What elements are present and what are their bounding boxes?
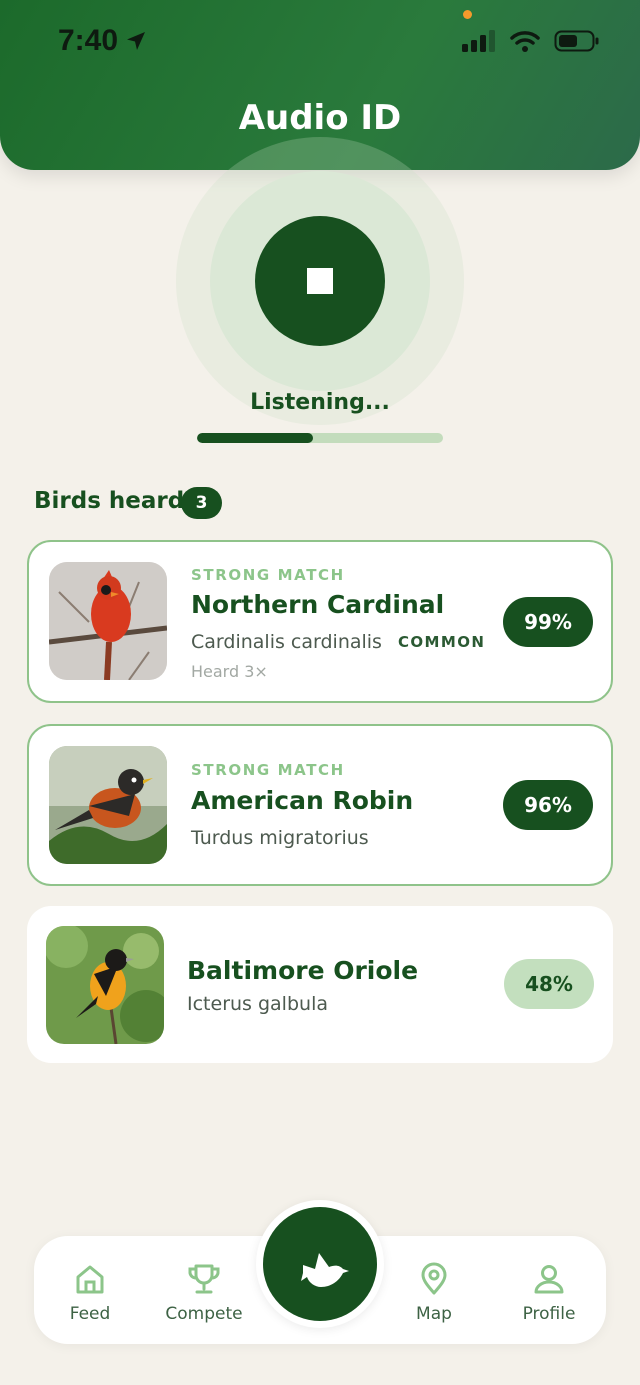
birds-heard-count-badge: 3 xyxy=(181,487,222,519)
match-label: STRONG MATCH xyxy=(191,566,345,584)
bird-card-baltimore-oriole[interactable]: Baltimore Oriole Icterus galbula 48% xyxy=(27,906,613,1063)
status-bar-icons xyxy=(462,30,600,52)
northern-cardinal-photo xyxy=(49,562,167,680)
cellular-signal-icon xyxy=(462,30,495,52)
bird-common-name: Northern Cardinal xyxy=(191,590,445,619)
location-arrow-icon xyxy=(127,32,146,50)
wifi-icon xyxy=(510,31,540,52)
confidence-badge: 96% xyxy=(503,780,593,830)
stop-recording-button[interactable] xyxy=(255,216,385,346)
clock-label: 7:40 xyxy=(58,24,119,57)
nav-profile-label: Profile xyxy=(522,1304,576,1324)
user-icon xyxy=(534,1265,564,1294)
nav-compete[interactable]: Compete xyxy=(154,1262,254,1324)
bird-icon xyxy=(301,1253,349,1287)
bird-scientific-name: Icterus galbula xyxy=(187,993,328,1015)
listening-progress-fill xyxy=(197,433,313,443)
nav-feed[interactable]: Feed xyxy=(40,1262,140,1324)
nav-feed-label: Feed xyxy=(69,1304,111,1324)
nav-compete-label: Compete xyxy=(165,1304,243,1324)
bird-scientific-name: Turdus migratorius xyxy=(191,827,369,849)
confidence-badge: 48% xyxy=(504,959,594,1009)
birds-heard-heading: Birds heard xyxy=(34,488,185,514)
listening-progress-bar xyxy=(197,433,443,443)
nav-profile[interactable]: Profile xyxy=(499,1262,599,1324)
map-pin-icon xyxy=(421,1262,447,1295)
heard-count: Heard 3× xyxy=(191,662,268,681)
trophy-icon xyxy=(188,1264,220,1294)
bird-card-american-robin[interactable]: STRONG MATCH American Robin Turdus migra… xyxy=(27,724,613,886)
american-robin-photo xyxy=(49,746,167,864)
bird-scientific-name: Cardinalis cardinalis xyxy=(191,631,382,653)
page-title: Audio ID xyxy=(238,98,402,138)
home-icon xyxy=(76,1265,104,1294)
privacy-indicator-dot xyxy=(463,10,472,19)
battery-icon xyxy=(554,30,599,52)
rarity-badge: COMMON xyxy=(398,633,486,651)
confidence-badge: 99% xyxy=(503,597,593,647)
bird-common-name: Baltimore Oriole xyxy=(187,956,419,985)
bird-card-northern-cardinal[interactable]: STRONG MATCH Northern Cardinal Cardinali… xyxy=(27,540,613,703)
nav-map-label: Map xyxy=(416,1304,452,1324)
identify-bird-button[interactable] xyxy=(256,1200,384,1328)
identify-bird-button-inner xyxy=(263,1207,377,1321)
stop-icon xyxy=(307,268,333,294)
bird-common-name: American Robin xyxy=(191,786,414,815)
baltimore-oriole-photo xyxy=(46,926,164,1044)
nav-map[interactable]: Map xyxy=(384,1262,484,1324)
listening-status: Listening... xyxy=(250,390,390,415)
match-label: STRONG MATCH xyxy=(191,761,345,779)
status-bar-time: 7:40 xyxy=(58,24,148,58)
